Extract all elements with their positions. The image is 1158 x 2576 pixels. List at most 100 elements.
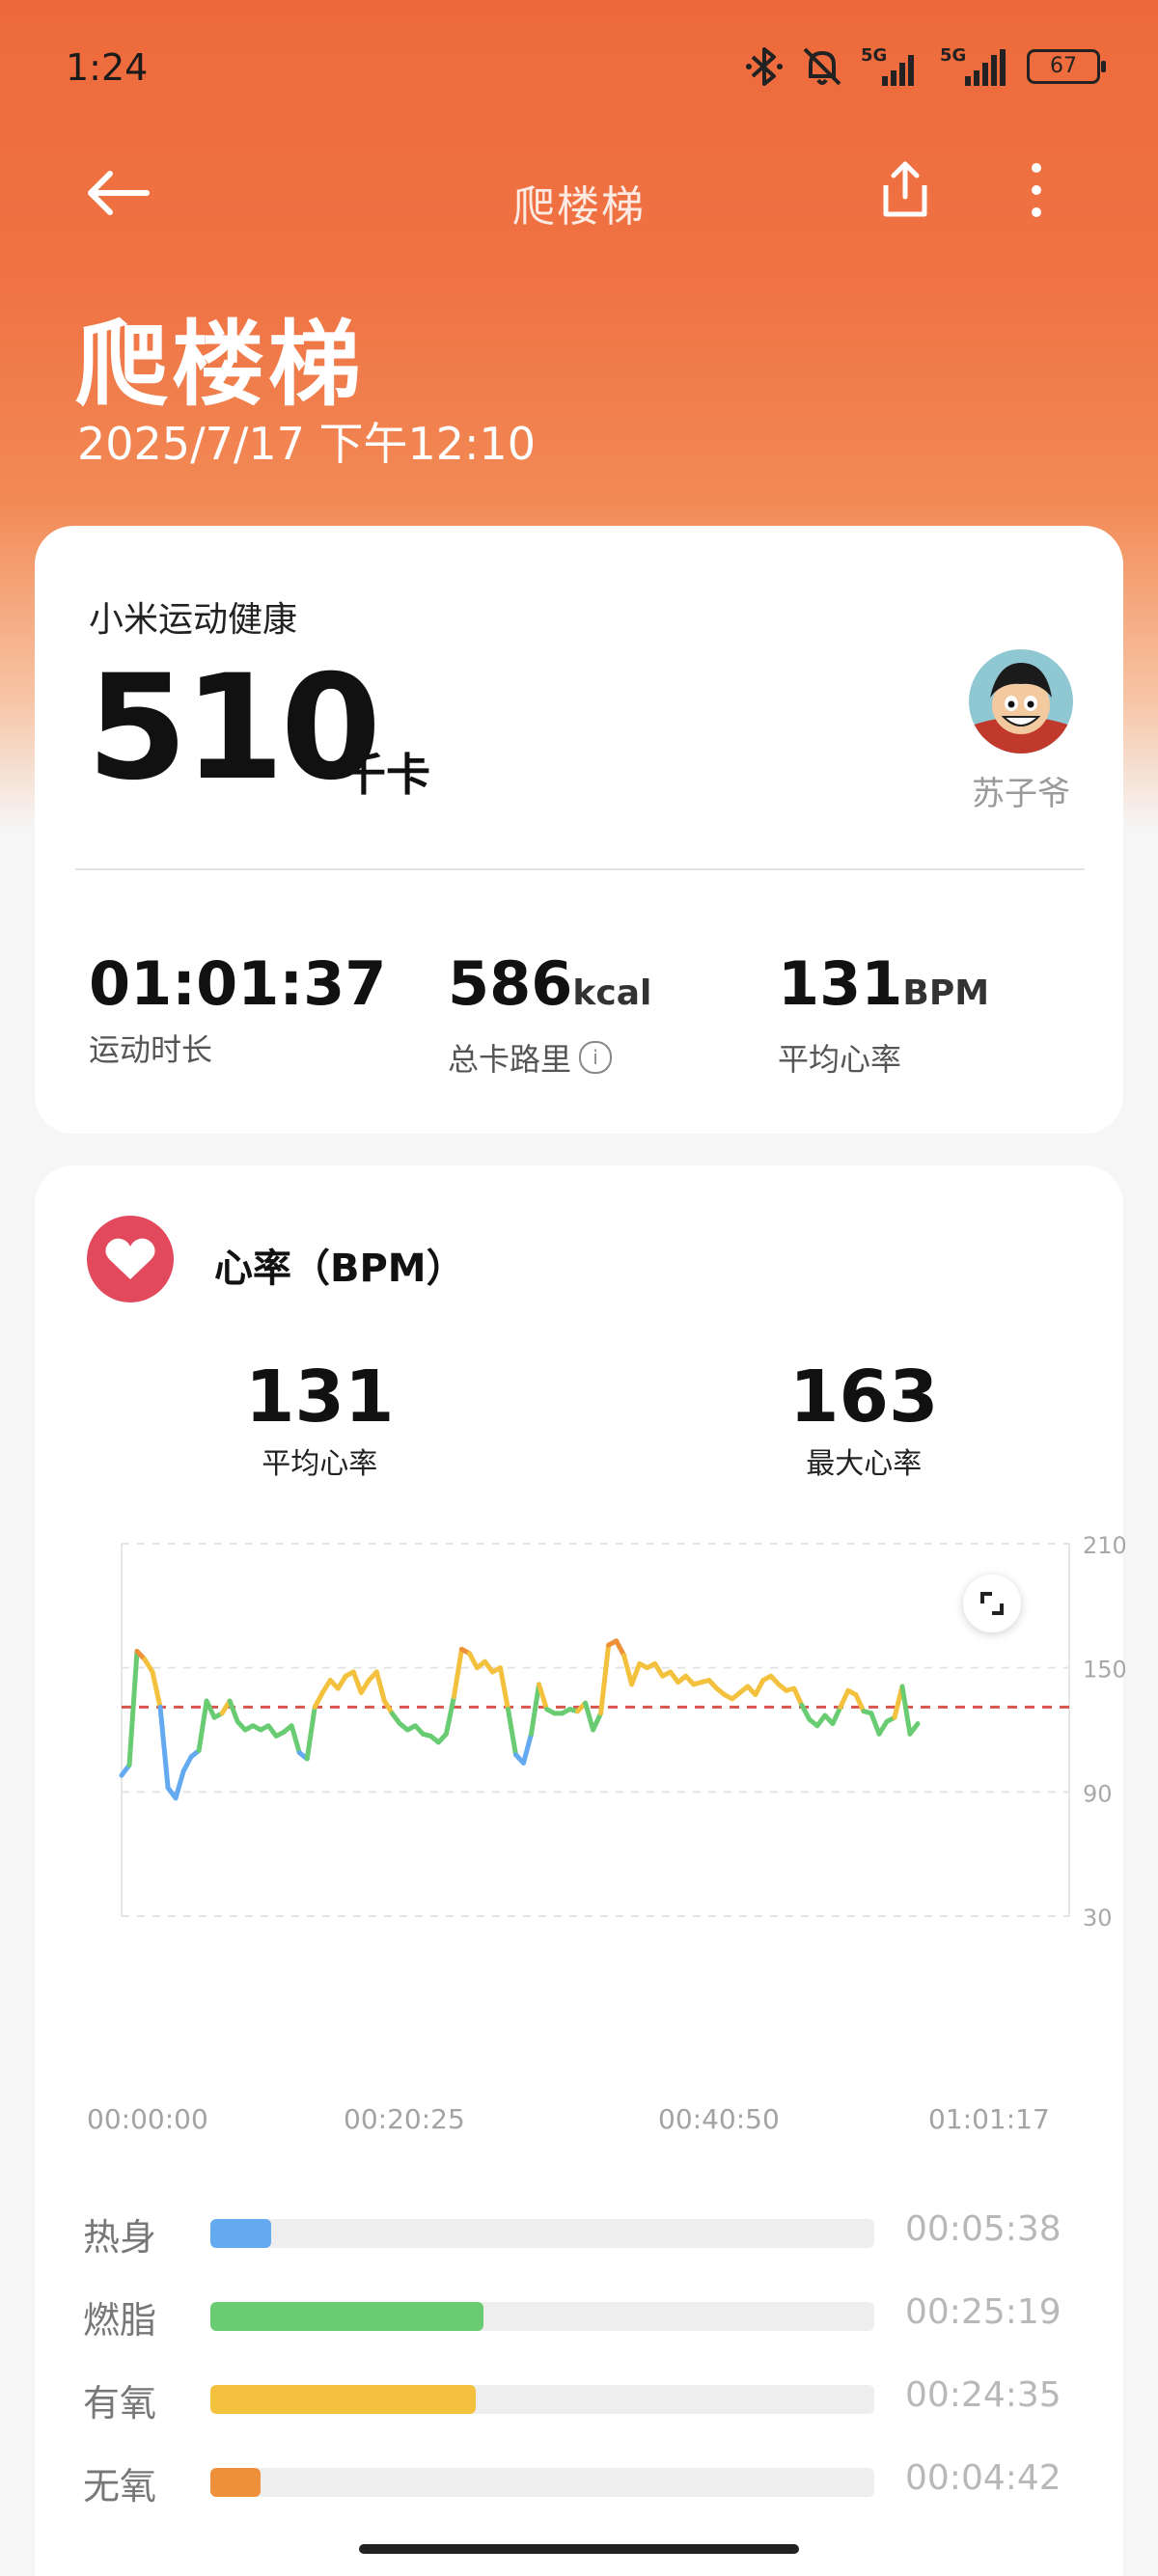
hr-line-segment [537, 1682, 550, 1713]
hr-line-segment [350, 1669, 364, 1695]
zone-time: 00:24:35 [905, 2375, 1062, 2415]
share-icon[interactable] [876, 158, 934, 220]
zone-track [210, 2468, 874, 2497]
zone-time: 00:04:42 [905, 2458, 1062, 2498]
hr-line-segment [614, 1638, 627, 1658]
x-tick-label: 00:40:50 [658, 2103, 780, 2135]
hr-line-segment [868, 1711, 882, 1737]
duration-value: 01:01:37 [89, 948, 387, 1019]
hr-line-segment [312, 1689, 325, 1710]
zone-row-aerobic: 有氧 00:24:35 [83, 2368, 1096, 2425]
zone-fill [210, 2302, 483, 2331]
hr-line-segment [591, 1711, 604, 1733]
zone-track [210, 2302, 874, 2331]
more-vertical-icon[interactable] [1021, 156, 1052, 224]
summary-card: 小米运动健康 510 千卡 苏子爷 01:01:37 运动时长 586kcal … [35, 526, 1123, 1134]
heart-icon [87, 1216, 174, 1302]
y-tick-label: 30 [1083, 1905, 1113, 1932]
avg-heart-rate-label: 平均心率 [262, 1447, 378, 1481]
status-icons: 5G 5G 67 [745, 42, 1106, 91]
avg-hr-stat: 131BPM 平均心率 [778, 950, 989, 1080]
zone-name: 无氧 [83, 2465, 157, 2507]
x-tick-label: 01:01:17 [928, 2103, 1050, 2135]
x-tick-label: 00:00:00 [87, 2103, 208, 2135]
zone-track [210, 2219, 874, 2248]
zone-name: 有氧 [83, 2382, 157, 2425]
zone-fill [210, 2219, 272, 2248]
heart-rate-card: 心率（BPM） 131 平均心率 163 最大心率 210 150 90 30 00:… [35, 1165, 1125, 2576]
status-time: 1:24 [66, 46, 149, 89]
workout-title: 爬楼梯 [75, 311, 365, 419]
signal-5g-icon: 5G [940, 45, 1009, 88]
zone-time: 00:25:19 [905, 2292, 1062, 2332]
bluetooth-icon [746, 47, 783, 86]
expand-chart-button[interactable] [963, 1575, 1021, 1632]
home-indicator[interactable] [359, 2544, 799, 2554]
zone-fill [210, 2385, 476, 2414]
app-bar-title: 爬楼梯 [512, 182, 646, 232]
total-calories-unit: kcal [572, 973, 652, 1013]
hr-line-segment [629, 1660, 643, 1687]
duration-stat: 01:01:37 运动时长 [89, 950, 386, 1070]
divider [75, 868, 1085, 870]
max-heart-rate-label: 最大心率 [806, 1447, 923, 1481]
hr-line-segment [830, 1704, 843, 1727]
heart-rate-title: 心率（BPM） [214, 1247, 465, 1291]
zone-name: 燃脂 [83, 2299, 157, 2342]
zone-fill [210, 2468, 262, 2497]
hr-line-segment [621, 1653, 635, 1687]
y-tick-label: 210 [1083, 1532, 1125, 1559]
hr-line-segment [505, 1707, 518, 1758]
zone-time: 00:05:38 [905, 2209, 1062, 2249]
hr-line-segment [173, 1768, 186, 1801]
info-icon[interactable]: i [579, 1041, 613, 1074]
avg-hr-label: 平均心率 [778, 1041, 902, 1078]
avg-hr-value: 131 [778, 948, 903, 1019]
hr-line-segment [791, 1685, 805, 1708]
hr-line-segment [466, 1651, 480, 1671]
zone-row-fat-burn: 燃脂 00:25:19 [83, 2285, 1096, 2343]
hr-line-segment [838, 1687, 851, 1710]
username: 苏子爷 [972, 775, 1070, 813]
hr-line-segment [521, 1731, 535, 1766]
hr-line-segment [180, 1754, 194, 1774]
hr-line-segment [304, 1704, 317, 1762]
zone-row-warmup: 热身 00:05:38 [83, 2202, 1096, 2260]
hr-line-segment [753, 1678, 766, 1698]
avg-heart-rate: 131 平均心率 [245, 1358, 394, 1482]
data-source: 小米运动健康 [89, 600, 298, 640]
signal-5g-icon: 5G [861, 45, 923, 88]
status-bar: 1:24 5G 5G 67 [0, 0, 1158, 135]
zone-track [210, 2385, 874, 2414]
hr-line-segment [529, 1682, 542, 1737]
duration-label: 运动时长 [89, 1031, 213, 1068]
hr-line-segment [853, 1692, 867, 1714]
y-tick-label: 150 [1083, 1657, 1125, 1684]
total-calories-stat: 586kcal 总卡路里 i [448, 950, 651, 1080]
hr-line-segment [373, 1669, 387, 1704]
zone-row-anaerobic: 无氧 00:04:42 [83, 2451, 1096, 2508]
hr-line-segment [227, 1698, 240, 1724]
total-calories-label: 总卡路里 [448, 1041, 572, 1078]
avg-hr-unit: BPM [902, 973, 990, 1013]
hr-line-segment [899, 1684, 913, 1737]
workout-date: 2025/7/17 下午12:10 [77, 418, 537, 470]
max-heart-rate-value: 163 [789, 1356, 939, 1439]
battery-icon: 67 [1027, 49, 1106, 84]
hr-line-segment [443, 1694, 456, 1737]
total-calories-value: 586 [448, 948, 573, 1019]
hr-line-segment [204, 1698, 217, 1720]
x-tick-label: 00:20:25 [344, 2103, 465, 2135]
mute-bell-icon [803, 47, 841, 86]
zone-name: 热身 [83, 2216, 157, 2259]
calories-unit: 千卡 [342, 749, 430, 801]
avatar[interactable] [969, 649, 1073, 754]
hr-line-segment [598, 1642, 612, 1716]
hr-line-segment [150, 1669, 163, 1710]
y-tick-label: 90 [1083, 1780, 1113, 1807]
hr-line-segment [907, 1721, 921, 1737]
hr-line-segment [497, 1665, 510, 1713]
expand-icon [980, 1592, 1004, 1615]
calories-value: 510 [87, 644, 381, 812]
max-heart-rate: 163 最大心率 [789, 1358, 938, 1482]
